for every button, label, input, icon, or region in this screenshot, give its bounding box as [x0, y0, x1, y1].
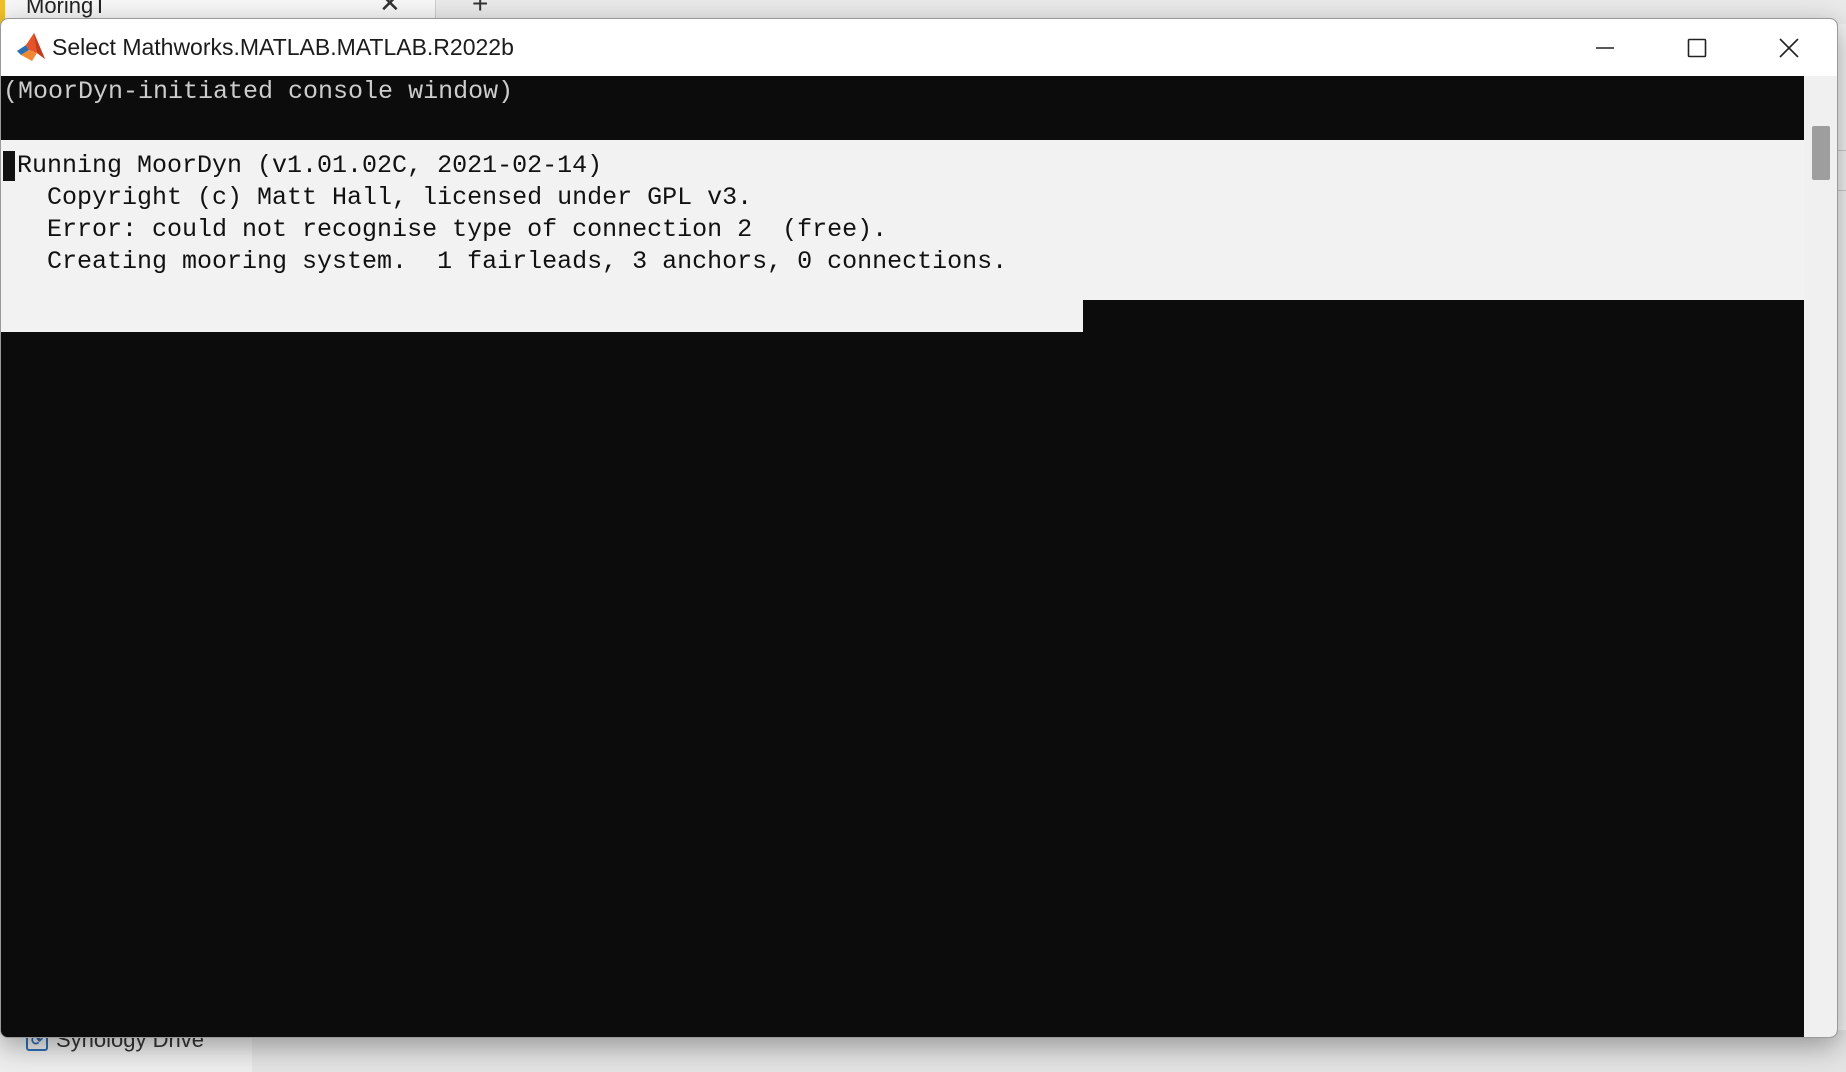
console-output[interactable]: (MoorDyn-initiated console window) Runni… [1, 76, 1804, 1037]
maximize-icon [1687, 38, 1707, 57]
minimize-icon [1596, 46, 1614, 49]
text-selection-highlight [1, 300, 1083, 332]
window-titlebar[interactable]: Select Mathworks.MATLAB.MATLAB.R2022b [1, 19, 1837, 76]
new-tab-icon[interactable]: + [472, 0, 488, 20]
window-title: Select Mathworks.MATLAB.MATLAB.R2022b [52, 34, 514, 60]
console-line: Copyright (c) Matt Hall, licensed under … [17, 183, 753, 212]
matlab-icon [17, 33, 45, 61]
scrollbar-thumb[interactable] [1812, 126, 1830, 180]
close-button[interactable] [1743, 19, 1835, 76]
console-line: Creating mooring system. 1 fairleads, 3 … [17, 247, 1008, 276]
console-header-line: (MoorDyn-initiated console window) [3, 77, 514, 106]
tab-title: MoringT [26, 0, 107, 18]
console-line: Error: could not recognise type of conne… [17, 215, 888, 244]
vertical-scrollbar[interactable] [1804, 76, 1837, 1037]
console-cursor [3, 151, 15, 181]
close-icon [1779, 37, 1799, 58]
console-line: Running MoorDyn (v1.01.02C, 2021-02-14) [17, 151, 603, 180]
maximize-button[interactable] [1651, 19, 1743, 76]
tab-close-icon[interactable]: ✕ [379, 0, 401, 19]
console-window[interactable]: Select Mathworks.MATLAB.MATLAB.R2022b (M… [0, 18, 1838, 1038]
minimize-button[interactable] [1559, 19, 1651, 76]
